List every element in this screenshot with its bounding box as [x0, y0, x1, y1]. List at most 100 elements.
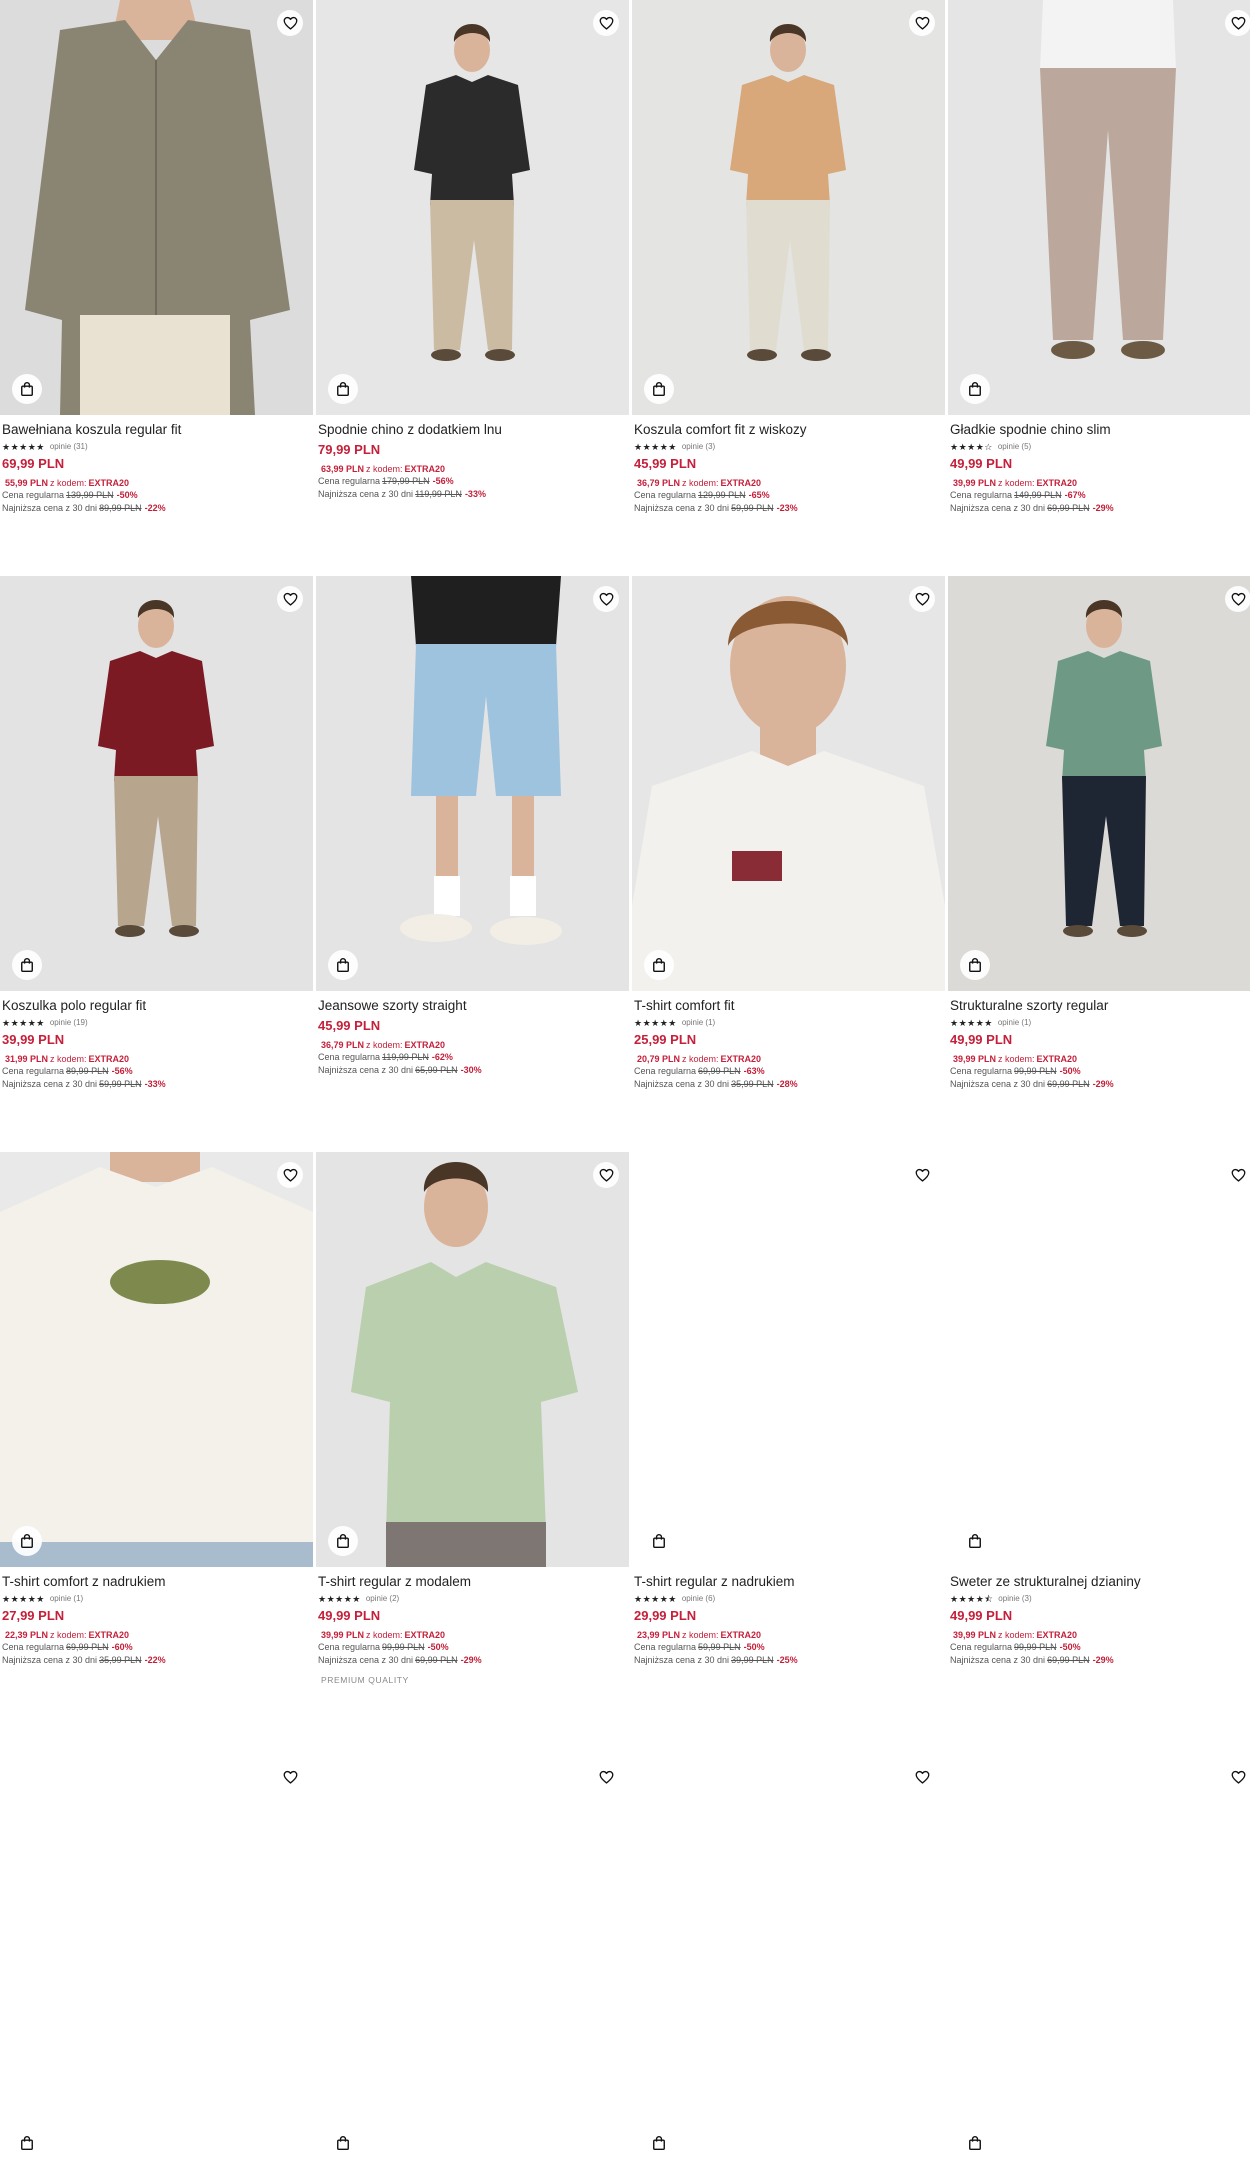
product-image[interactable]: [948, 0, 1250, 415]
lowest-price-line: Najniższa cena z 30 dni 69,99 PLN -29%: [950, 1654, 1250, 1667]
product-image[interactable]: [632, 1152, 945, 1567]
product-image[interactable]: [316, 0, 629, 415]
product-card[interactable]: Spodnie chino z dodatkiem lnu 79,99 PLN 63…: [316, 0, 629, 501]
shopping-bag-icon[interactable]: [960, 950, 990, 980]
product-image[interactable]: [948, 1152, 1250, 1567]
reviews-count[interactable]: opinie (1): [998, 1018, 1031, 1028]
product-card[interactable]: T-shirt comfort fit ★★★★★ opinie (1) 25,99 …: [632, 576, 945, 1091]
product-name[interactable]: Bawełniana koszula regular fit: [2, 421, 311, 438]
product-card[interactable]: Gładkie spodnie chino slim ★★★★☆ opinie (5…: [948, 0, 1250, 515]
product-name[interactable]: Strukturalne szorty regular: [950, 997, 1250, 1014]
product-image[interactable]: [316, 576, 629, 991]
product-name[interactable]: T-shirt comfort z nadrukiem: [2, 1573, 311, 1590]
product-image[interactable]: [316, 1152, 629, 1567]
product-info: T-shirt comfort fit ★★★★★ opinie (1) 25,99 …: [632, 991, 945, 1091]
shopping-bag-icon[interactable]: [644, 374, 674, 404]
product-card[interactable]: Koszula comfort fit z wiskozy ★★★★★ opinie…: [632, 0, 945, 515]
heart-icon[interactable]: [277, 1162, 303, 1188]
product-image[interactable]: [948, 1754, 1250, 2161]
product-name[interactable]: Spodnie chino z dodatkiem lnu: [318, 421, 627, 438]
heart-icon[interactable]: [593, 1162, 619, 1188]
product-image[interactable]: [316, 1754, 629, 2161]
product-card[interactable]: Strukturalne szorty regular ★★★★★ opinie (…: [948, 576, 1250, 1091]
shopping-bag-icon[interactable]: [644, 1526, 674, 1556]
reviews-count[interactable]: opinie (3): [682, 442, 715, 452]
heart-icon[interactable]: [277, 586, 303, 612]
shopping-bag-icon[interactable]: [644, 950, 674, 980]
heart-icon[interactable]: [909, 1162, 935, 1188]
product-price: 45,99 PLN: [634, 456, 697, 471]
shopping-bag-icon[interactable]: [960, 374, 990, 404]
product-image[interactable]: [632, 576, 945, 991]
product-image[interactable]: [0, 1152, 313, 1567]
product-image[interactable]: [948, 576, 1250, 991]
with-code-label: z kodem:: [50, 1054, 87, 1064]
product-card[interactable]: [632, 1754, 945, 2161]
product-name[interactable]: T-shirt regular z modalem: [318, 1573, 627, 1590]
heart-icon[interactable]: [1225, 586, 1250, 612]
product-name[interactable]: Sweter ze strukturalnej dzianiny: [950, 1573, 1250, 1590]
product-name[interactable]: T-shirt regular z nadrukiem: [634, 1573, 943, 1590]
product-card[interactable]: T-shirt comfort z nadrukiem ★★★★★ opinie (…: [0, 1152, 313, 1667]
shopping-bag-icon[interactable]: [328, 950, 358, 980]
product-card[interactable]: Koszulka polo regular fit ★★★★★ opinie (19…: [0, 576, 313, 1091]
shopping-bag-icon[interactable]: [12, 950, 42, 980]
product-card[interactable]: Sweter ze strukturalnej dzianiny ★★★★⯪ opi…: [948, 1152, 1250, 1667]
reviews-count[interactable]: opinie (2): [366, 1594, 399, 1604]
product-name[interactable]: Koszula comfort fit z wiskozy: [634, 421, 943, 438]
reviews-count[interactable]: opinie (1): [50, 1594, 83, 1604]
shopping-bag-icon[interactable]: [12, 2128, 42, 2158]
heart-icon[interactable]: [1225, 1764, 1250, 1790]
shopping-bag-icon[interactable]: [644, 2128, 674, 2158]
shopping-bag-icon[interactable]: [328, 1526, 358, 1556]
product-card[interactable]: Bawełniana koszula regular fit ★★★★★ opini…: [0, 0, 313, 515]
shopping-bag-icon[interactable]: [328, 374, 358, 404]
heart-icon[interactable]: [593, 586, 619, 612]
heart-icon[interactable]: [277, 10, 303, 36]
product-image[interactable]: [0, 0, 313, 415]
product-card[interactable]: Jeansowe szorty straight 45,99 PLN 36,79 P…: [316, 576, 629, 1077]
shopping-bag-icon[interactable]: [960, 2128, 990, 2158]
rating: ★★★★☆ opinie (5): [950, 441, 1250, 452]
heart-icon[interactable]: [277, 1764, 303, 1790]
product-name[interactable]: Jeansowe szorty straight: [318, 997, 627, 1014]
product-card[interactable]: [948, 1754, 1250, 2161]
shopping-bag-icon[interactable]: [328, 2128, 358, 2158]
product-card[interactable]: [0, 1754, 313, 2161]
regular-price-discount: -50%: [116, 490, 138, 500]
product-name[interactable]: Koszulka polo regular fit: [2, 997, 311, 1014]
heart-icon[interactable]: [909, 1764, 935, 1790]
product-image[interactable]: [632, 0, 945, 415]
lowest-price-old: 69,99 PLN: [1047, 1655, 1090, 1665]
heart-icon[interactable]: [593, 1764, 619, 1790]
heart-icon[interactable]: [909, 586, 935, 612]
reviews-count[interactable]: opinie (3): [998, 1594, 1031, 1604]
product-card[interactable]: T-shirt regular z nadrukiem ★★★★★ opinie (…: [632, 1152, 945, 1667]
product-card[interactable]: T-shirt regular z modalem ★★★★★ opinie (2)…: [316, 1152, 629, 1685]
with-code-label: z kodem:: [998, 478, 1035, 488]
product-card[interactable]: [316, 1754, 629, 2161]
reviews-count[interactable]: opinie (5): [998, 442, 1031, 452]
reviews-count[interactable]: opinie (6): [682, 1594, 715, 1604]
product-image[interactable]: [0, 1754, 313, 2161]
with-code-label: z kodem:: [366, 1040, 403, 1050]
shopping-bag-icon[interactable]: [960, 1526, 990, 1556]
reviews-count[interactable]: opinie (31): [50, 442, 88, 452]
product-name[interactable]: T-shirt comfort fit: [634, 997, 943, 1014]
reviews-count[interactable]: opinie (19): [50, 1018, 88, 1028]
regular-price-discount: -56%: [111, 1066, 133, 1076]
shopping-bag-icon[interactable]: [12, 374, 42, 404]
regular-price-label: Cena regularna: [2, 1066, 65, 1076]
heart-icon[interactable]: [1225, 10, 1250, 36]
heart-icon[interactable]: [593, 10, 619, 36]
product-image[interactable]: [0, 576, 313, 991]
heart-icon[interactable]: [1225, 1162, 1250, 1188]
heart-icon[interactable]: [909, 10, 935, 36]
regular-price-discount: -63%: [743, 1066, 765, 1076]
shopping-bag-icon[interactable]: [12, 1526, 42, 1556]
product-name[interactable]: Gładkie spodnie chino slim: [950, 421, 1250, 438]
reviews-count[interactable]: opinie (1): [682, 1018, 715, 1028]
lowest-price-discount: -30%: [460, 1065, 482, 1075]
product-image[interactable]: [632, 1754, 945, 2161]
rating-stars: ★★★★★: [318, 1593, 361, 1604]
